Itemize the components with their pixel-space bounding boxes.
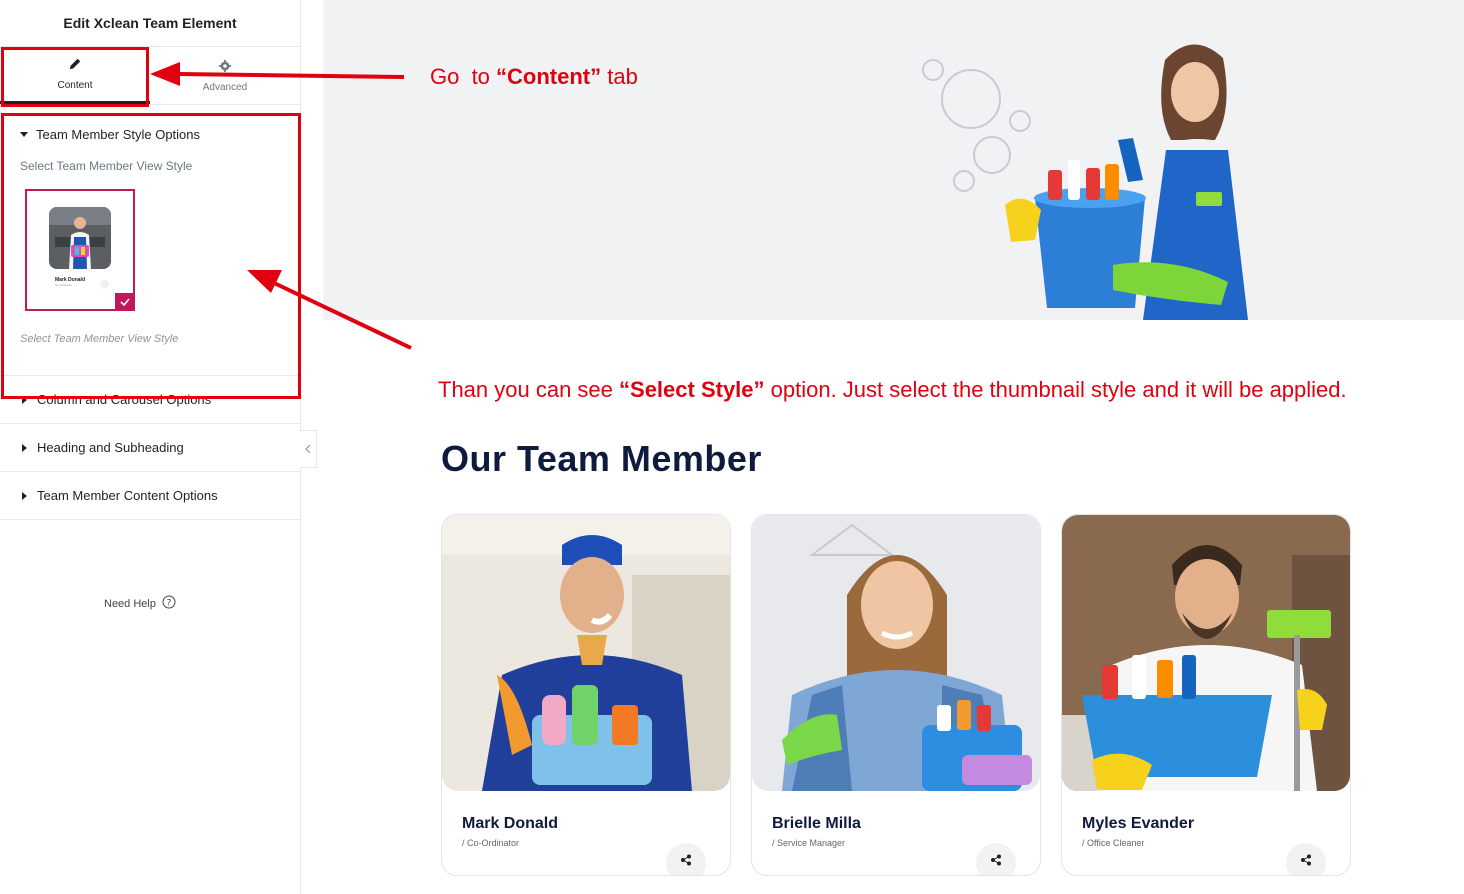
svg-text:?: ? — [167, 599, 172, 609]
team-member-name: Brielle Milla — [772, 815, 861, 832]
team-section-title: Our Team Member — [441, 438, 762, 479]
section-header-content-options[interactable]: Team Member Content Options — [0, 472, 300, 519]
team-member-photo — [1062, 515, 1350, 791]
section-label: Heading and Subheading — [37, 440, 184, 455]
style-thumbnail-option[interactable]: Mark Donald Co-Ordinator — [25, 189, 135, 311]
pencil-icon — [68, 57, 82, 74]
need-help-link[interactable]: Need Help ? — [0, 595, 280, 612]
share-icon — [1301, 854, 1311, 866]
section-label: Team Member Content Options — [37, 488, 218, 503]
team-member-role: / Office Cleaner — [1082, 838, 1145, 848]
share-button[interactable] — [666, 843, 706, 875]
team-card[interactable]: Mark Donald / Co-Ordinator — [441, 514, 731, 876]
thumbnail-share-icon — [100, 280, 109, 289]
annotation-content-tab: Go to “Content” tab — [430, 64, 638, 90]
section-team-member-content-options: Team Member Content Options — [0, 472, 300, 520]
share-button[interactable] — [976, 843, 1016, 875]
panel-tabs: Content Advanced — [0, 47, 300, 105]
annotation-select-style: Than you can see “Select Style” option. … — [438, 377, 1347, 403]
check-icon — [115, 293, 135, 311]
panel-title: Edit Xclean Team Element — [0, 0, 300, 47]
section-team-member-style-options: Team Member Style Options Select Team Me… — [0, 105, 300, 376]
thumbnail-image — [49, 207, 111, 269]
section-header-column-carousel[interactable]: Column and Carousel Options — [0, 376, 300, 423]
caret-right-icon — [22, 395, 27, 404]
annotation-text: option. Just select the thumbnail style … — [764, 377, 1347, 402]
need-help-label: Need Help — [104, 597, 156, 610]
team-member-name: Myles Evander — [1082, 815, 1195, 832]
chevron-left-icon — [305, 445, 311, 453]
caret-right-icon — [22, 491, 27, 500]
section-header-heading-subheading[interactable]: Heading and Subheading — [0, 424, 300, 471]
tab-content[interactable]: Content — [0, 47, 150, 104]
team-card[interactable]: Brielle Milla / Service Manager — [751, 514, 1041, 876]
section-label: Column and Carousel Options — [37, 392, 212, 407]
section-label: Team Member Style Options — [36, 126, 201, 142]
question-circle-icon: ? — [162, 595, 176, 612]
section-column-carousel-options: Column and Carousel Options — [0, 376, 300, 424]
annotation-text: tab — [601, 64, 638, 89]
control-label: Select Team Member View Style — [20, 159, 193, 173]
section-header-style-options[interactable]: Team Member Style Options — [0, 105, 300, 155]
hero-illustration — [922, 44, 1285, 320]
team-member-name: Mark Donald — [462, 815, 559, 832]
gear-icon — [218, 59, 232, 76]
share-button[interactable] — [1286, 843, 1326, 875]
team-member-photo — [752, 515, 1040, 791]
section-heading-subheading: Heading and Subheading — [0, 424, 300, 472]
hero-banner — [323, 0, 1464, 320]
team-member-role: / Service Manager — [772, 838, 846, 848]
annotation-text: Than you can see — [438, 377, 620, 402]
thumbnail-card: Mark Donald Co-Ordinator — [49, 207, 113, 303]
team-member-photo — [442, 515, 730, 791]
annotation-bold: “Content” — [496, 64, 602, 89]
team-card[interactable]: Myles Evander / Office Cleaner — [1061, 514, 1351, 876]
caret-down-icon — [20, 131, 28, 137]
caret-right-icon — [22, 443, 27, 452]
tab-content-label: Content — [57, 80, 93, 91]
editor-panel: Edit Xclean Team Element Content Advance… — [0, 0, 301, 894]
share-icon — [991, 854, 1001, 866]
tab-advanced[interactable]: Advanced — [150, 47, 300, 104]
control-description: Select Team Member View Style — [20, 333, 179, 345]
team-member-role: / Co-Ordinator — [462, 838, 520, 848]
tab-advanced-label: Advanced — [202, 81, 248, 93]
panel-collapse-toggle[interactable] — [300, 430, 317, 468]
share-icon — [681, 854, 691, 866]
annotation-text: Go to — [430, 64, 497, 89]
annotation-bold: “Select Style” — [619, 377, 765, 402]
